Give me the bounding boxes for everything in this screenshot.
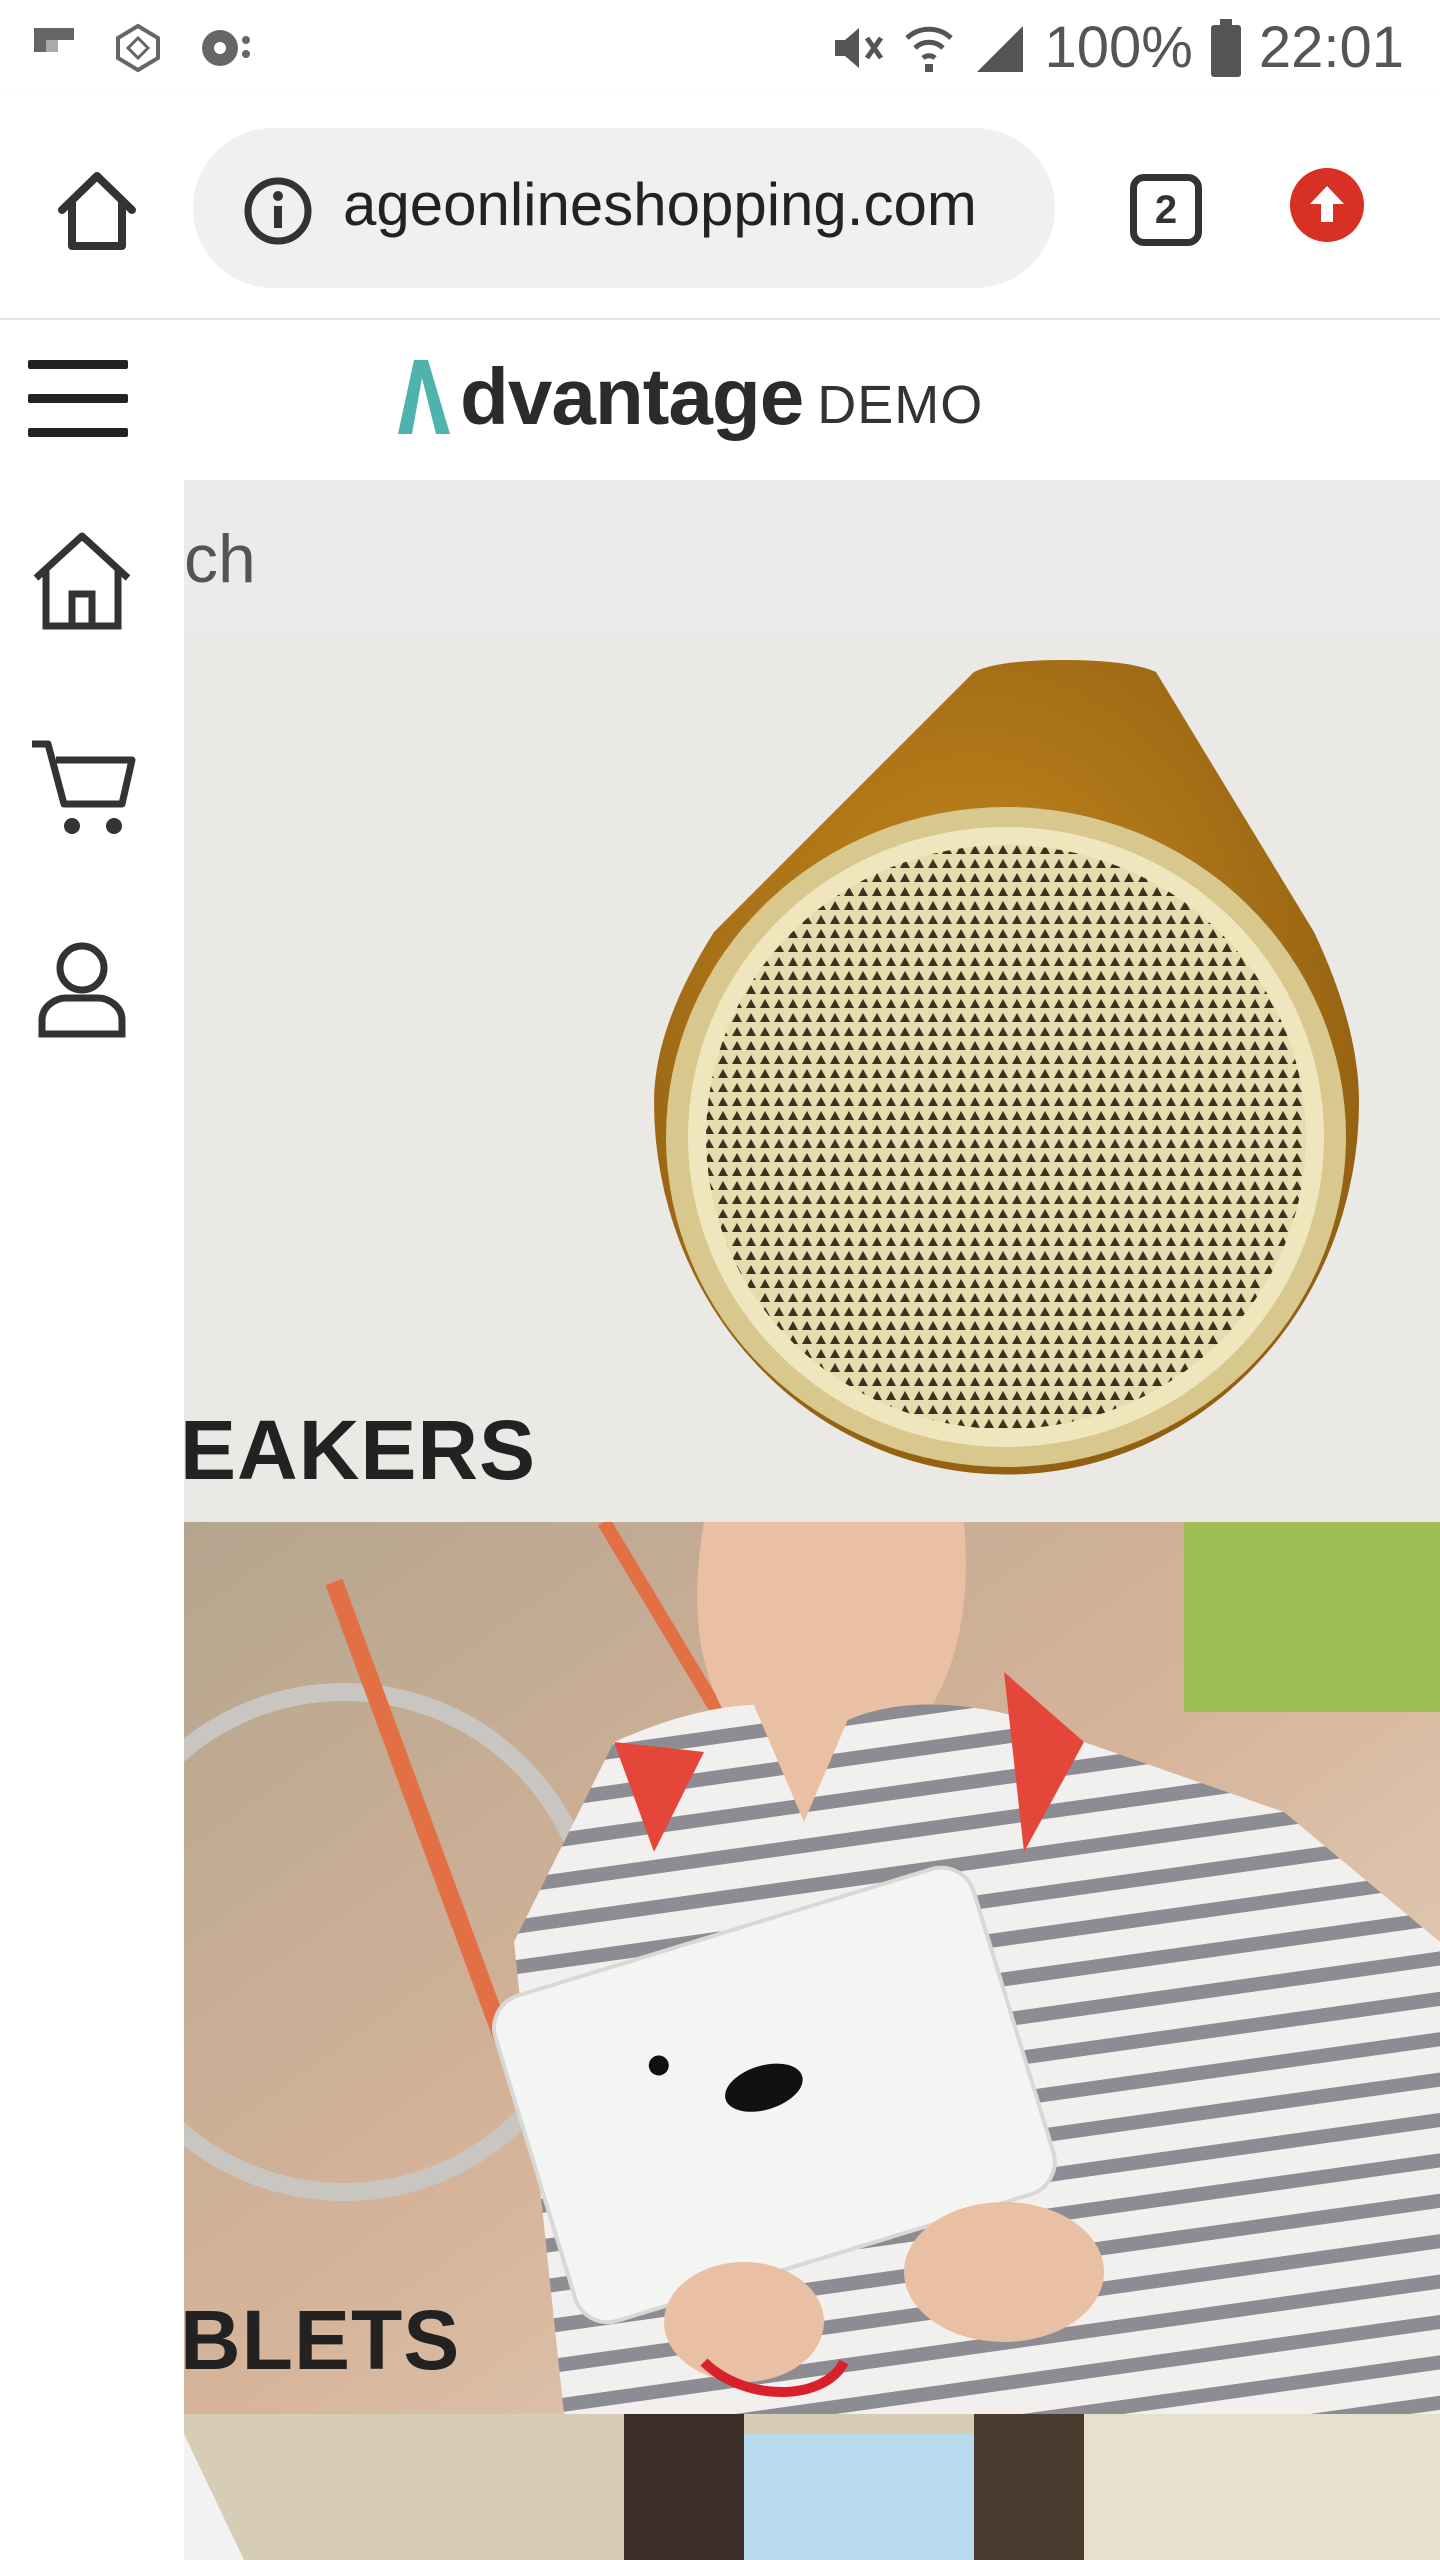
wifi-icon [904, 26, 953, 72]
status-right: 100% 22:01 [829, 14, 1404, 81]
menu-icon[interactable] [28, 360, 128, 440]
arrow-up-icon [1310, 186, 1344, 222]
search-label: ch [184, 521, 256, 597]
logo-suffix: DEMO [817, 375, 984, 435]
user-icon[interactable] [28, 934, 136, 1042]
battery-icon [1210, 18, 1241, 77]
browser-toolbar: ageonlineshopping.com 2 [0, 96, 1440, 320]
category-next[interactable] [184, 2414, 1440, 2560]
category-label: EAKERS [184, 1403, 537, 1497]
category-image [184, 2414, 1440, 2560]
tablet-image [184, 1522, 1440, 2414]
main-content: ch EAKERS BLETS [184, 480, 1440, 2560]
signal-icon [976, 25, 1023, 72]
tab-count: 2 [1154, 187, 1178, 232]
status-left-icons [30, 22, 254, 74]
address-bar[interactable]: ageonlineshopping.com [193, 128, 1055, 288]
url-text[interactable]: ageonlineshopping.com [343, 170, 977, 239]
update-icon[interactable] [1290, 168, 1364, 242]
side-menu [0, 480, 184, 2560]
logo[interactable]: dvantage DEMO [392, 356, 983, 438]
logo-text: dvantage [460, 352, 804, 441]
logo-mark-icon [398, 360, 450, 434]
status-time: 22:01 [1258, 15, 1404, 80]
app-page: dvantage DEMO ch EAKERS BLETS [0, 320, 1440, 2560]
app-header: dvantage DEMO [0, 320, 1440, 480]
podcast-icon [202, 30, 250, 66]
status-bar: 100% 22:01 [0, 0, 1440, 96]
category-label: BLETS [184, 2293, 461, 2387]
home-icon[interactable] [28, 528, 136, 636]
mute-icon [834, 27, 883, 68]
cart-icon[interactable] [28, 734, 136, 842]
category-speakers[interactable]: EAKERS [184, 632, 1440, 1522]
app-icon [116, 23, 160, 73]
battery-percent: 100% [1044, 15, 1193, 80]
category-tablets[interactable]: BLETS [184, 1522, 1440, 2414]
tabs-icon[interactable]: 2 [1130, 174, 1202, 246]
search-bar[interactable]: ch [184, 480, 1440, 632]
home-icon[interactable] [52, 166, 142, 256]
info-icon[interactable] [243, 176, 313, 246]
flipboard-icon [34, 28, 74, 52]
speaker-image [654, 660, 1359, 1475]
